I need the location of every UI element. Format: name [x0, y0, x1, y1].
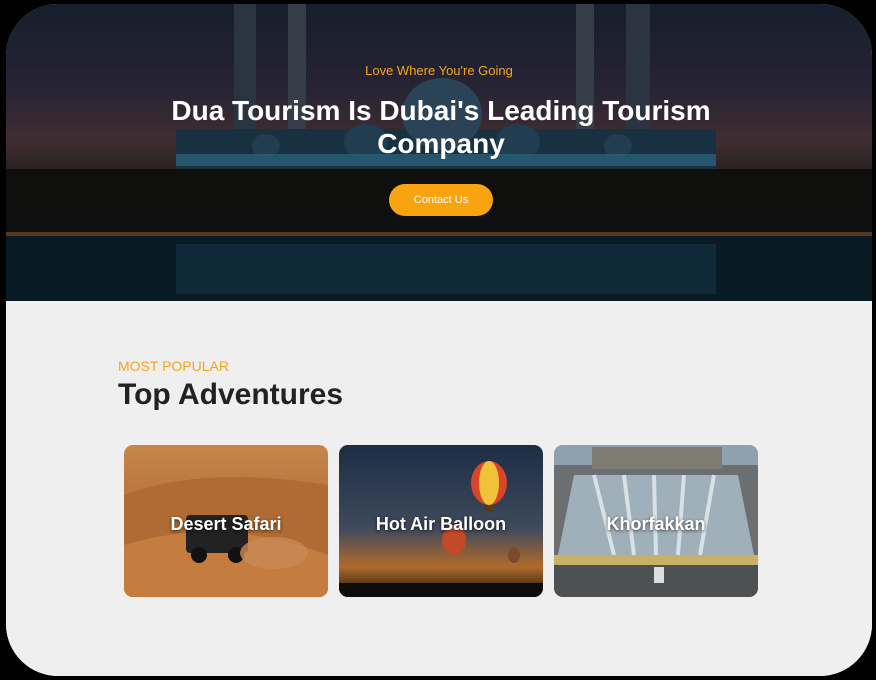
card-label: Desert Safari — [170, 514, 282, 534]
hero-title: Dua Tourism Is Dubai's Leading Tourism C… — [171, 95, 711, 159]
top-adventures-section: MOST POPULAR Top Adventures Desert Safar… — [6, 301, 872, 676]
card-desert-safari[interactable]: Desert Safari — [124, 445, 328, 597]
page-frame: Love Where You're Going Dua Tourism Is D… — [6, 4, 872, 676]
section-heading: Top Adventures — [118, 378, 344, 411]
hero-banner: Love Where You're Going Dua Tourism Is D… — [6, 4, 872, 301]
hero-tagline: Love Where You're Going — [365, 63, 513, 78]
card-khorfakkan[interactable]: Khorfakkan — [554, 445, 758, 597]
card-hot-air-balloon[interactable]: Hot Air Balloon — [339, 445, 543, 597]
card-label: Hot Air Balloon — [375, 514, 507, 534]
section-eyebrow: MOST POPULAR — [118, 358, 229, 374]
card-label: Khorfakkan — [606, 514, 706, 534]
contact-us-button[interactable]: Contact Us — [389, 184, 493, 216]
